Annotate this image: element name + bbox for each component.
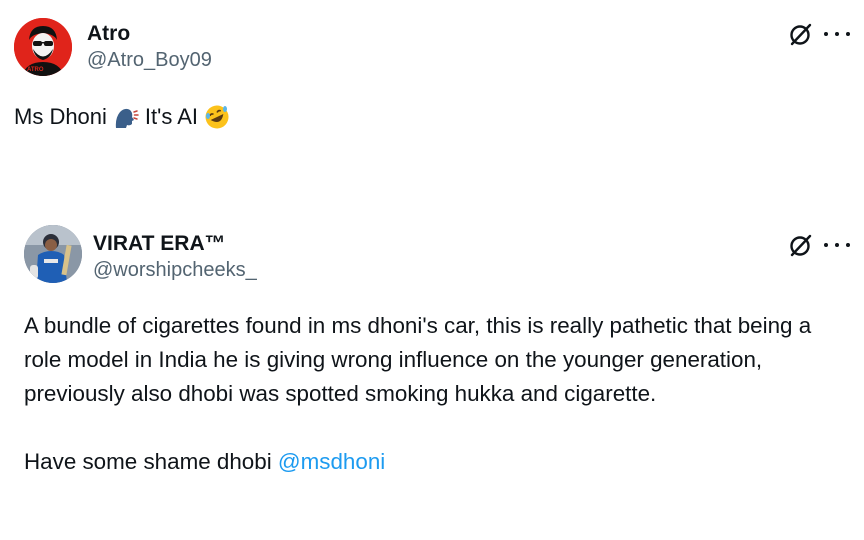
avatar[interactable]: ATRO [14,18,72,76]
quoted-paragraph-1: A bundle of cigarettes found in ms dhoni… [24,313,812,406]
quoted-user-handle[interactable]: @worshipcheeks_ [93,257,257,283]
tweet-text: Ms Dhoni It's AI [14,101,236,133]
quoted-avatar-image [24,225,82,283]
more-options-icon[interactable] [824,21,850,47]
quoted-tweet-text: A bundle of cigarettes found in ms dhoni… [24,309,854,479]
grok-icon[interactable] [788,232,814,258]
display-name[interactable]: Atro [87,21,212,47]
grok-icon[interactable] [788,21,814,47]
quoted-author-names: VIRAT ERA™ @worshipcheeks_ [93,231,257,283]
author-names: Atro @Atro_Boy09 [87,21,212,73]
avatar-image: ATRO [14,18,72,76]
quoted-paragraph-2: Have some shame dhobi @msdhoni [24,445,854,479]
tweet-header: ATRO Atro @Atro_Boy09 [14,18,850,78]
user-handle[interactable]: @Atro_Boy09 [87,47,212,73]
rolling-on-floor-laughing-emoji [205,105,229,129]
tweet-text-part1: Ms Dhoni [14,104,107,129]
avatar-logo-text: ATRO [27,67,44,73]
quoted-display-name[interactable]: VIRAT ERA™ [93,231,257,257]
tweet-text-part2: It's AI [144,104,199,129]
speaking-head-emoji [115,108,139,128]
more-options-icon[interactable] [824,232,850,258]
quoted-tweet-card[interactable]: VIRAT ERA™ @worshipcheeks_ A bundle of c… [0,195,864,540]
tweet-page: ATRO Atro @Atro_Boy09 Ms Dhoni It's AI V… [0,0,864,540]
quoted-avatar[interactable] [24,225,82,283]
mention-link[interactable]: @msdhoni [278,449,385,474]
quoted-tweet-header: VIRAT ERA™ @worshipcheeks_ [24,225,850,285]
quoted-tweet-actions [788,231,850,259]
tweet-actions [788,20,850,48]
quoted-paragraph-2-text: Have some shame dhobi [24,449,278,474]
